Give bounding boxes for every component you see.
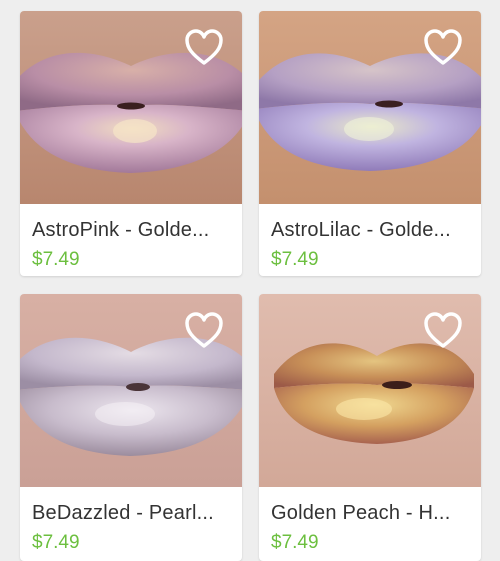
product-image[interactable]	[259, 11, 481, 204]
product-card[interactable]: Golden Peach - H... $7.49	[259, 294, 481, 561]
favorite-heart-icon[interactable]	[423, 311, 463, 349]
product-price: $7.49	[32, 249, 80, 270]
product-price: $7.49	[271, 249, 319, 270]
product-card[interactable]: BeDazzled - Pearl... $7.49	[20, 294, 242, 561]
favorite-heart-icon[interactable]	[184, 311, 224, 349]
product-image[interactable]	[259, 294, 481, 487]
product-title[interactable]: AstroLilac - Golde...	[271, 218, 469, 242]
product-image[interactable]	[20, 294, 242, 487]
product-title[interactable]: Golden Peach - H...	[271, 501, 469, 525]
favorite-heart-icon[interactable]	[423, 28, 463, 66]
product-title[interactable]: AstroPink - Golde...	[32, 218, 230, 242]
product-grid: AstroPink - Golde... $7.49 AstroLilac - …	[0, 0, 500, 561]
product-card[interactable]: AstroPink - Golde... $7.49	[20, 11, 242, 276]
product-card[interactable]: AstroLilac - Golde... $7.49	[259, 11, 481, 276]
favorite-heart-icon[interactable]	[184, 28, 224, 66]
product-title[interactable]: BeDazzled - Pearl...	[32, 501, 230, 525]
product-image[interactable]	[20, 11, 242, 204]
product-price: $7.49	[32, 532, 80, 553]
product-price: $7.49	[271, 532, 319, 553]
